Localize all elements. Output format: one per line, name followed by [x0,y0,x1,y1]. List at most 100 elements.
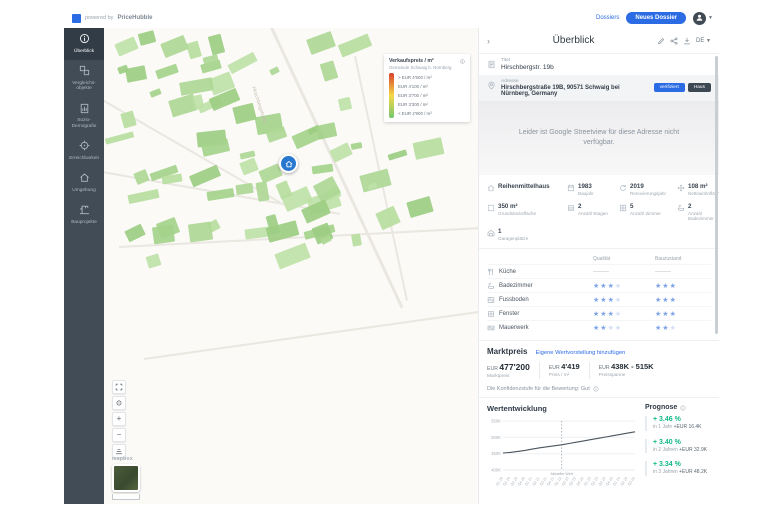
svg-text:550K: 550K [491,419,501,424]
prognose-detail: in 3 Jahren +EUR 48.2K [653,469,717,476]
stat-text: 5Anzahl Zimmer [630,203,661,216]
map-parcel [269,66,280,75]
map-bottom-widgets: mapbox [112,456,140,500]
ratings-column-qualität: Qualität [593,256,655,262]
brand: powered by PriceHubble [72,14,152,23]
confidence-row: Die Konfidenzstufe für die Bewertung: Gu… [487,386,711,392]
confidence-text: Die Konfidenzstufe für die Bewertung: Gu… [487,386,590,392]
map-parcel [152,225,175,245]
sidebar-item-überblick[interactable]: Überblick [64,28,104,60]
prognose-item: + 3.40 %in 2 Jahren +EUR 32.9K [645,439,719,454]
fullscreen-button[interactable] [112,380,126,394]
map-pin-icon [487,81,496,92]
star-rating: ——— [593,268,655,275]
zoom-out-button[interactable]: − [112,428,126,442]
map-parcel [359,169,391,193]
address-label: Adresse [501,79,649,84]
map-parcel [406,196,433,218]
rating-row-name: Fussboden [499,297,529,303]
panel-title: Überblick [490,35,657,46]
language-selector[interactable]: DE ▼ [696,38,711,44]
stat-garagenplätze: 1Garagenplätze [487,228,567,241]
map-parcel [125,65,147,83]
map-parcel [208,34,225,56]
app-body: Überblick Vergleichs-objekte Sozio-Demogra… [64,28,719,504]
stat-anzahl-badezimmer: 2Anzahl Badezimmer [677,203,719,221]
new-dossier-button[interactable]: Neues Dossier [626,12,686,24]
sidebar-item-label: Sozio-Demografie [66,118,102,129]
marktpreis-section: Marktpreis Eigene Wertvorstellung hinzuf… [479,341,719,398]
title-field: Titel Hirschbergstr. 19b [479,54,719,75]
sidebar-item-bauprojekte[interactable]: Bauprojekte [64,199,104,231]
star-icon: ★ [670,283,677,290]
rating-label: Badezimmer [487,282,593,290]
sidebar-item-erreichbarkeit[interactable]: Erreichbarkeit [64,135,104,167]
stat-text: 2019Renovierungsjahr [630,183,666,196]
sidebar-item-label: Vergleichs-objekte [66,81,102,92]
stat-label: Anzahl Etagen [578,211,608,216]
currency-label: EUR [599,365,611,371]
map-canvas[interactable]: Hirschbergstraße Verkaufspreis / m² Geme… [104,28,478,504]
floor-icon [487,296,495,304]
prognose-percent: + 3.34 % [653,461,719,468]
sidebar-crane-icon [79,204,90,218]
map-parcel [227,52,257,74]
user-menu[interactable]: ▼ [693,12,713,25]
info-icon[interactable] [680,405,686,411]
info-icon[interactable] [460,59,465,64]
svg-text:Q3 24: Q3 24 [627,476,636,486]
info-icon[interactable] [593,386,599,392]
marktpreis-heading: Marktpreis [487,347,527,356]
powered-by-label: powered by [85,15,113,21]
satellite-style-toggle[interactable] [112,464,140,492]
stat-value: Reihenmittelhaus [498,183,550,190]
price-preis-m-: EUR 4'419Preis / m² [539,362,589,379]
sidebar-item-sozio-demografie[interactable]: Sozio-Demografie [64,98,104,136]
dossiers-link[interactable]: Dossiers [596,15,619,21]
stat-renovierungsjahr: 2019Renovierungsjahr [619,183,677,196]
add-own-valuation-link[interactable]: Eigene Wertvorstellung hinzufügen [535,350,625,356]
sidebar-item-label: Überblick [74,49,94,55]
map-parcel [329,142,353,162]
legend-entry: < EUR 2'900 / m² [398,109,432,118]
legend-entry: EUR 3'300 / m² [398,100,432,109]
map-parcel [338,97,352,111]
edit-icon[interactable] [657,37,665,45]
stat-anzahl-zimmer: 5Anzahl Zimmer [619,203,677,221]
panel-header: › Überblick DE ▼ [479,28,719,54]
rating-row-mauerwerk: Mauerwerk★★★★★★★ [487,320,711,334]
map-parcel [255,181,269,202]
stat-anzahl-etagen: 2Anzahl Etagen [567,203,619,221]
legend-labels: > EUR 4'500 / m²EUR 4'100 / m²EUR 3'700 … [398,73,432,118]
stat-value: 1 [498,228,528,235]
zoom-in-button[interactable]: + [112,412,126,426]
share-icon[interactable] [670,37,678,45]
stat-value: 350 m² [498,203,536,210]
panel-scrollbar[interactable] [715,56,718,334]
stat-text: Reihenmittelhaus [498,183,550,190]
map-parcel [105,131,135,144]
star-icon: ★ [662,297,669,304]
star-icon: ★ [662,325,669,332]
property-marker[interactable] [279,154,298,173]
sidebar-item-vergleichs-objekte[interactable]: Vergleichs-objekte [64,60,104,98]
map-parcel [320,60,339,81]
renovation-icon [619,184,627,194]
map-parcel [351,142,363,150]
sidebar-item-umgebung[interactable]: Umgebung [64,167,104,199]
star-rating: ★★★★ [593,282,655,290]
map-road [144,311,478,360]
star-rating: ★★★★ [593,324,655,332]
star-icon: ★ [662,311,669,318]
export-icon[interactable] [683,37,691,45]
avatar[interactable] [693,12,706,25]
locate-button[interactable] [112,396,126,410]
star-icon: ★ [600,311,607,318]
star-icon: ★ [608,283,615,290]
map-parcel [149,88,161,98]
prognose-amount: +EUR 16.4K [674,424,702,430]
star-icon: ★ [608,311,615,318]
rooms-icon [619,204,627,214]
ratings-header: QualitätBauzustand [487,253,711,264]
star-icon: ★ [670,325,677,332]
